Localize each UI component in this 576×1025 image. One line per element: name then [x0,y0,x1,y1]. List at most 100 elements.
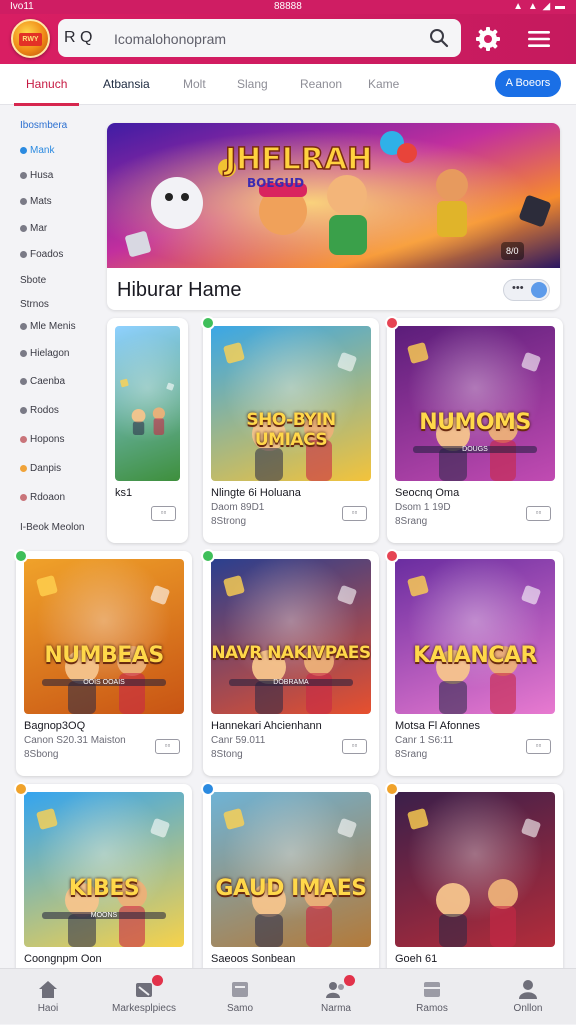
game-art-subtitle: OOIS OOAIS [42,679,166,686]
sidebar-dot-icon [20,197,27,205]
game-art-characters [24,792,184,947]
game-art-title: SHO-BYIN UMIACS [246,410,336,450]
tab-atbansia[interactable]: Atbansia [103,77,150,91]
sidebar-item[interactable]: Rdoaon [20,492,65,503]
game-card[interactable]: NUMBEAS OOIS OOAIS Bagnop3OQ Canon S20.31 M… [16,551,192,776]
gear-icon[interactable] [474,25,502,53]
game-thumbnail[interactable]: NUMOMS DOUGS [395,326,555,481]
card-status-badge [385,549,399,563]
game-thumbnail[interactable]: NAVR NAKIVPAES DOBRAMA [211,559,371,714]
game-art-title: GAUD IMAES [215,876,367,901]
game-name: Goeh 61 [395,953,438,965]
sidebar-dot-icon [20,349,27,357]
sidebar-item[interactable]: Caenba [20,376,65,387]
game-name: ks1 [115,487,133,499]
game-art-characters [395,326,555,481]
game-art-title: NAVR NAKIVPAES [211,643,371,663]
tab-action-button[interactable]: A Boeors [495,70,561,97]
card-status-badge [14,782,28,796]
card-more-button[interactable]: ▫▫ [526,739,551,754]
card-status-badge [201,782,215,796]
sidebar-item[interactable]: Danpis [20,463,61,474]
sidebar-item[interactable]: I-Beok Meolon [20,522,84,533]
status-icons: ▲ ▲ ◢ ▬ [513,1,566,12]
sidebar-item[interactable]: Hielagon [20,348,69,359]
card-status-badge [385,782,399,796]
game-thumbnail[interactable]: KIBES MOONS [24,792,184,947]
game-thumbnail[interactable]: SHO-BYIN UMIACS [211,326,371,481]
hero-badge: 8/0 [501,242,524,260]
sidebar-dot-icon [20,435,27,443]
sidebar-item[interactable]: Husa [20,170,53,181]
menu-icon[interactable] [525,25,553,53]
card-more-button[interactable]: ▫▫ [342,506,367,521]
app-bar: RWY R Q Icomalohonopram [0,14,576,64]
tab-reanon[interactable]: Reanon [300,77,342,91]
game-card[interactable]: KAIANCAR Motsa Fl Afonnes Canr 1 S6:11 8Sra… [387,551,563,776]
game-card[interactable]: KIBES MOONS Coongnpm Oon [16,784,192,984]
search-icon[interactable] [429,28,449,48]
more-icon: ••• [512,282,524,294]
search-language[interactable]: R Q [64,29,92,47]
game-thumbnail[interactable] [395,792,555,947]
bottom-nav: Haoi Markesplpiecs Samo Narma Ramos Onll… [0,968,576,1024]
sidebar-dot-icon [20,377,27,385]
hero-toggle[interactable]: ••• [503,279,550,301]
nav-people[interactable]: Narma [288,969,384,1025]
game-meta: Daom 89D1 [211,502,265,513]
game-art-characters [115,326,180,481]
sidebar-item[interactable]: Sbote [20,275,46,286]
card-more-button[interactable]: ▫▫ [526,506,551,521]
game-thumbnail[interactable]: GAUD IMAES [211,792,371,947]
tab-hanuch[interactable]: Hanuch [13,77,80,106]
game-meta-secondary: 8Srang [395,749,428,760]
game-card[interactable]: ks1 ▫▫ [107,318,188,543]
sidebar-item[interactable]: Mle Menis [20,321,76,332]
sidebar-item[interactable]: Mar [20,223,47,234]
tab-kame[interactable]: Kame [368,77,399,91]
hero-art-subtitle: BOEGUD [247,176,304,190]
nav-marketplace[interactable]: Markesplpiecs [96,969,192,1025]
game-card[interactable]: NUMOMS DOUGS Seocnq Oma Dsom 1 19D 8Srang ▫▫ [387,318,563,543]
game-card[interactable]: Goeh 61 [387,784,563,984]
card-more-button[interactable]: ▫▫ [342,739,367,754]
nav-library[interactable]: Ramos [384,969,480,1025]
game-art-subtitle: MOONS [42,912,166,919]
nav-store[interactable]: Samo [192,969,288,1025]
search-bar[interactable]: R Q Icomalohonopram [58,19,461,57]
sidebar-item[interactable]: Mank [20,145,54,156]
game-name: Seocnq Oma [395,487,460,499]
sidebar-item[interactable]: Mats [20,196,52,207]
game-thumbnail[interactable] [115,326,180,481]
game-art-title: NUMOMS [419,410,531,435]
sidebar-item[interactable]: Foados [20,249,63,260]
hero-banner[interactable]: JHFLRAH BOEGUD 8/0 Hiburar Hame ••• [107,123,560,310]
profile-icon [519,980,537,999]
sidebar-item[interactable]: Ibosmbera [20,120,67,131]
hero-art: JHFLRAH BOEGUD [107,123,560,268]
game-thumbnail[interactable]: KAIANCAR [395,559,555,714]
card-more-button[interactable]: ▫▫ [151,506,176,521]
game-art-characters [211,326,371,481]
game-art-characters [395,792,555,947]
game-card[interactable]: GAUD IMAES Saeoos Sonbean [203,784,379,984]
nav-home[interactable]: Haoi [0,969,96,1025]
game-card[interactable]: SHO-BYIN UMIACS Nlingte 6i Holuana Daom 89… [203,318,379,543]
status-center: 88888 [274,1,302,12]
sidebar-item[interactable]: Rodos [20,405,59,416]
game-meta-secondary: 8Sbong [24,749,59,760]
tab-slang[interactable]: Slang [237,77,268,91]
game-name: Saeoos Sonbean [211,953,296,965]
game-meta: Canon S20.31 Maiston [24,735,126,746]
nav-profile[interactable]: Onllon [480,969,576,1025]
game-card[interactable]: NAVR NAKIVPAES DOBRAMA Hannekari Ahcienhan… [203,551,379,776]
sidebar-item[interactable]: Strnos [20,299,49,310]
toggle-knob [531,282,547,298]
tab-molt[interactable]: Molt [183,77,206,91]
game-name: Hannekari Ahcienhann [211,720,322,732]
search-input[interactable]: Icomalohonopram [114,31,226,47]
game-thumbnail[interactable]: NUMBEAS OOIS OOAIS [24,559,184,714]
sidebar-item[interactable]: Hopons [20,434,64,445]
app-logo[interactable]: RWY [11,19,50,58]
card-more-button[interactable]: ▫▫ [155,739,180,754]
